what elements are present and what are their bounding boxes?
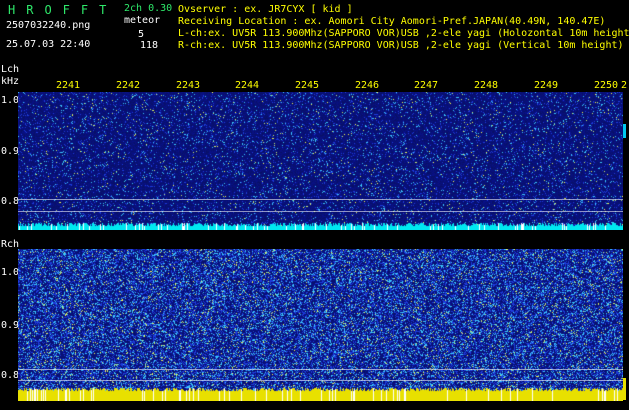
time-tick-2244: 2244 bbox=[235, 80, 260, 91]
app-title: HROFFT bbox=[8, 3, 118, 17]
lch-ytick-3: 0.8 bbox=[1, 196, 20, 207]
time-tick-2248: 2248 bbox=[474, 80, 499, 91]
image-filename: 2507032240.png bbox=[6, 20, 91, 31]
rch-guide-line-upper bbox=[18, 369, 623, 370]
time-tick-2242: 2242 bbox=[116, 80, 141, 91]
rch-guide-line-lower bbox=[18, 380, 623, 381]
rch-level-indicator bbox=[623, 378, 626, 400]
rch-spectrogram bbox=[18, 249, 623, 401]
time-tick-2243: 2243 bbox=[176, 80, 201, 91]
time-tick-2247: 2247 bbox=[414, 80, 439, 91]
rch-ytick-3: 0.8 bbox=[1, 370, 20, 381]
meteor-count-label: meteor bbox=[124, 15, 161, 26]
lch-guide-line-lower bbox=[18, 211, 623, 212]
lch-spectrogram bbox=[18, 92, 623, 230]
frequency-unit-label: kHz bbox=[1, 76, 20, 87]
rch-label: Rch bbox=[1, 239, 20, 250]
lch-label: Lch bbox=[1, 64, 20, 75]
rch-waterfall-canvas bbox=[18, 249, 623, 401]
time-tick-next: 2 bbox=[621, 80, 628, 91]
location-line: Receiving Location : ex. Aomori City Aom… bbox=[178, 16, 606, 27]
lch-ytick-1: 1.0 bbox=[1, 95, 20, 106]
time-tick-2250: 2250 bbox=[594, 80, 619, 91]
lch-level-indicator bbox=[623, 124, 626, 138]
time-tick-2241: 2241 bbox=[56, 80, 81, 91]
time-tick-2245: 2245 bbox=[295, 80, 320, 91]
time-tick-2249: 2249 bbox=[534, 80, 559, 91]
lch-ytick-2: 0.9 bbox=[1, 146, 20, 157]
rch-ytick-2: 0.9 bbox=[1, 320, 20, 331]
lch-guide-line-upper bbox=[18, 199, 623, 200]
capture-datetime: 25.07.03 22:40 bbox=[6, 39, 91, 50]
time-tick-2246: 2246 bbox=[355, 80, 380, 91]
meteor-count-rch: 118 bbox=[140, 40, 159, 51]
meteor-count-lch: 5 bbox=[138, 29, 145, 40]
observer-line: Ovserver : ex. JR7CYX [ kid ] bbox=[178, 4, 353, 15]
channel-mode: 2ch 0.30 bbox=[124, 3, 173, 14]
rch-config-line: R-ch:ex. UV5R 113.900Mhz(SAPPORO VOR)USB… bbox=[178, 40, 624, 51]
lch-config-line: L-ch:ex. UV5R 113.900Mhz(SAPPORO VOR)USB… bbox=[178, 28, 629, 39]
lch-waterfall-canvas bbox=[18, 92, 623, 230]
rch-ytick-1: 1.0 bbox=[1, 267, 20, 278]
